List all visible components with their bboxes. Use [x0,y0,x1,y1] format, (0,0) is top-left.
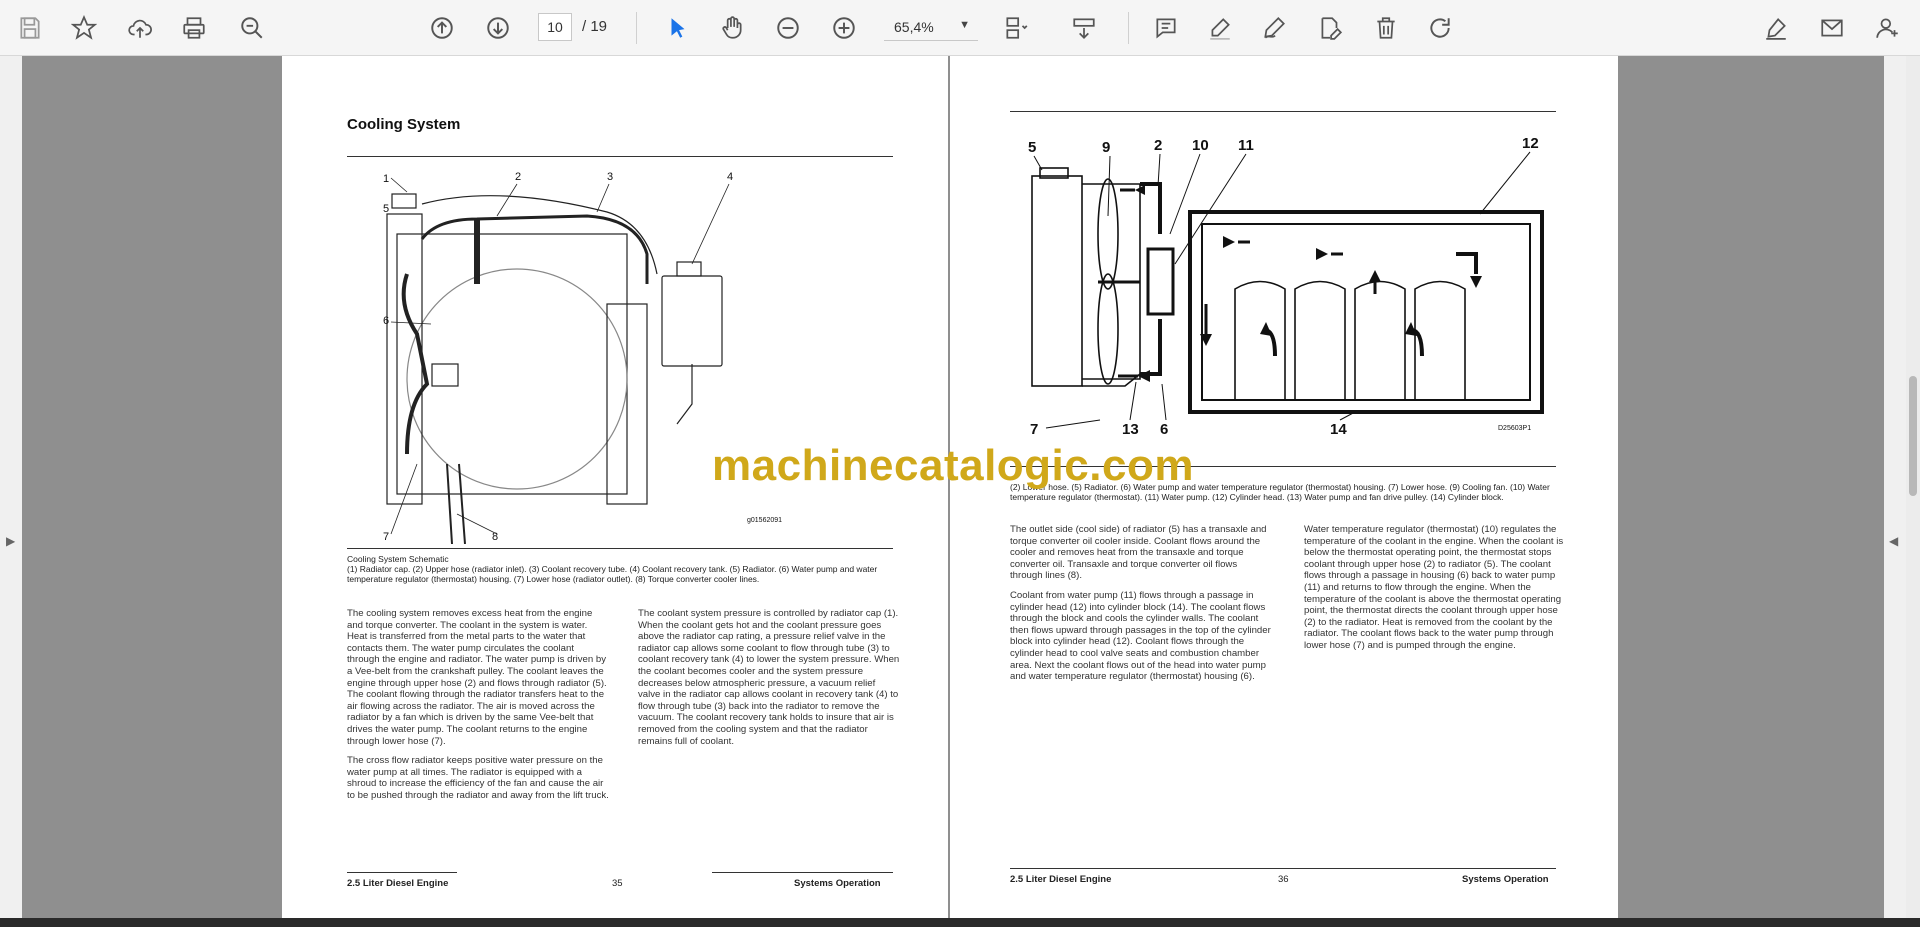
add-user-icon[interactable] [1870,10,1906,46]
callout-11: 11 [1238,137,1254,154]
rotate-icon[interactable] [1422,10,1458,46]
text-column-2: Water temperature regulator (thermostat)… [1304,524,1566,660]
save-icon[interactable] [12,10,48,46]
email-icon[interactable] [1814,10,1850,46]
paragraph: The cooling system removes excess heat f… [347,608,607,747]
footer-left: 2.5 Liter Diesel Engine [1010,874,1112,885]
footer-right: Systems Operation [1462,874,1549,885]
edit-document-icon[interactable] [1312,10,1348,46]
scrollbar-thumb[interactable] [1909,376,1917,496]
left-side-panel-toggle[interactable]: ▶ [0,56,22,918]
toolbar: 10 / 19 65,4% ▼ [0,0,1920,56]
zoom-level-select[interactable]: 65,4% ▼ [884,13,978,41]
select-cursor-icon[interactable] [660,10,696,46]
figure-code: g01562091 [747,517,782,524]
highlight-pen-icon[interactable] [1202,10,1238,46]
print-icon[interactable] [176,10,212,46]
callout-9: 9 [1102,139,1110,156]
comment-icon[interactable] [1148,10,1184,46]
page-number: 36 [1278,874,1289,885]
right-side-panel-toggle[interactable]: ◀ [1884,56,1906,918]
callout-2: 2 [515,171,521,183]
page-title: Cooling System [347,116,461,133]
callout-4: 4 [727,171,733,183]
callout-12: 12 [1522,135,1539,152]
footer-left: 2.5 Liter Diesel Engine [347,878,449,889]
taskbar-edge [0,918,1920,927]
divider [347,156,893,157]
chevron-down-icon: ▼ [959,19,970,31]
expand-left-panel-icon[interactable]: ▶ [6,534,15,548]
zoom-out-icon[interactable] [770,10,806,46]
paragraph: The coolant system pressure is controlle… [638,608,900,747]
callout-6: 6 [383,315,389,327]
caption-title: Cooling System Schematic [347,554,449,564]
delete-icon[interactable] [1368,10,1404,46]
figure-caption: Cooling System Schematic (1) Radiator ca… [347,554,893,584]
footer-rule [1010,868,1556,869]
scroll-mode-icon[interactable] [1066,10,1102,46]
next-page-icon[interactable] [480,10,516,46]
previous-page-icon[interactable] [424,10,460,46]
hand-tool-icon[interactable] [714,10,750,46]
caption-text: (1) Radiator cap. (2) Upper hose (radiat… [347,564,878,584]
draw-icon[interactable] [1256,10,1292,46]
coolant-flow-diagram: 5 9 2 10 11 12 7 13 6 14 D25603P1 [1028,135,1544,438]
zoom-value: 65,4% [894,18,934,35]
callout-2: 2 [1154,137,1162,154]
cloud-upload-icon[interactable] [122,10,158,46]
paragraph: Water temperature regulator (thermostat)… [1304,524,1564,651]
callout-1: 1 [383,173,389,185]
callout-7: 7 [383,531,389,543]
page-number: 35 [612,878,623,889]
callout-6: 6 [1160,421,1168,438]
divider [1010,111,1556,112]
text-column-1: The outlet side (cool side) of radiator … [1010,524,1272,691]
page-number-input[interactable]: 10 [538,13,572,41]
vertical-scrollbar[interactable] [1906,56,1920,918]
paragraph: Coolant from water pump (11) flows throu… [1010,589,1271,683]
callout-14: 14 [1330,421,1347,438]
zoom-out-search-icon[interactable] [234,10,270,46]
footer-right: Systems Operation [794,878,881,889]
callout-3: 3 [607,171,613,183]
divider [347,548,893,549]
expand-right-panel-icon[interactable]: ◀ [1889,534,1898,548]
paragraph: The outlet side (cool side) of radiator … [1010,524,1267,582]
page-total: / 19 [582,18,608,35]
current-page-value: 10 [547,19,563,35]
sign-icon[interactable] [1758,10,1794,46]
paragraph: The cross flow radiator keeps positive w… [347,755,609,801]
callout-5: 5 [1028,139,1036,156]
zoom-in-icon[interactable] [826,10,862,46]
text-column-1: The cooling system removes excess heat f… [347,608,609,810]
page-fit-icon[interactable] [998,10,1034,46]
watermark: machinecatalogic.com [712,441,1194,490]
figure-code: D25603P1 [1498,425,1531,432]
footer-rule [347,872,457,873]
callout-10: 10 [1192,137,1209,154]
bookmark-star-icon[interactable] [66,10,102,46]
footer-rule [712,872,893,873]
callout-7: 7 [1030,421,1038,438]
callout-13: 13 [1122,421,1139,438]
callout-5: 5 [383,203,389,215]
text-column-2: The coolant system pressure is controlle… [638,608,900,755]
